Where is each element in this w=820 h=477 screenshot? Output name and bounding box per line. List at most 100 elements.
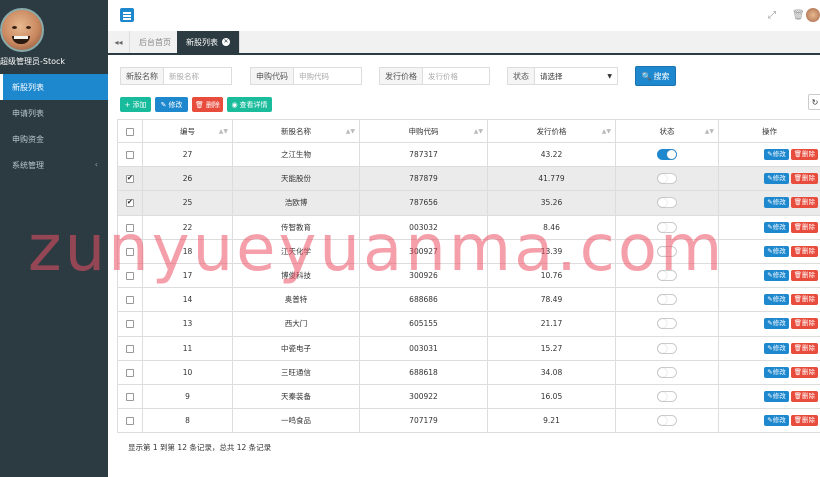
sidebar-menu: 新股列表 申请列表 申购资金 系统管理 ‹ — [0, 74, 108, 178]
fullscreen-icon[interactable]: ⤢ — [768, 10, 776, 21]
search-button[interactable]: 🔍 搜索 — [635, 66, 676, 86]
status-toggle[interactable] — [657, 415, 677, 427]
row-edit-button[interactable]: ✎修改 — [764, 294, 789, 306]
status-toggle[interactable] — [657, 270, 677, 282]
edit-button[interactable]: ✎ 修改 — [155, 97, 188, 112]
row-edit-button[interactable]: ✎修改 — [764, 245, 789, 257]
row-edit-button[interactable]: ✎修改 — [764, 366, 789, 378]
column-header-code[interactable]: 申购代码 ▲▼ — [359, 119, 488, 143]
column-header-status[interactable]: 状态 ▲▼ — [615, 119, 719, 143]
row-edit-button[interactable]: ✎修改 — [764, 270, 789, 282]
row-delete-button[interactable]: 🗑删除 — [790, 390, 818, 402]
menu-icon[interactable] — [120, 8, 134, 22]
table-row[interactable]: 11 中瓷电子 003031 15.27 ✎修改 🗑删除 — [117, 335, 820, 361]
row-delete-button[interactable]: 🗑删除 — [790, 294, 818, 306]
tab-home[interactable]: 后台首页 — [130, 31, 181, 53]
table-row[interactable]: 26天能股份78787941.779✎修改🗑删除 — [117, 166, 820, 192]
row-checkbox[interactable] — [126, 247, 134, 256]
sidebar-item-ipo-list[interactable]: 新股列表 — [0, 74, 108, 100]
subscription-code-input[interactable] — [294, 68, 358, 84]
table-row[interactable]: 18 江天化学 300927 13.39 ✎修改 🗑删除 — [117, 238, 820, 264]
header-avatar[interactable] — [806, 8, 820, 22]
row-edit-button[interactable]: ✎修改 — [764, 197, 789, 209]
row-checkbox[interactable] — [126, 368, 134, 377]
row-delete-button[interactable]: 🗑删除 — [790, 245, 818, 257]
row-delete-button[interactable]: 🗑删除 — [790, 270, 818, 282]
select-all-checkbox[interactable] — [126, 127, 134, 136]
stock-name-input[interactable] — [164, 68, 228, 84]
table-row[interactable]: 9 天秦装备 300922 16.05 ✎修改 🗑删除 — [117, 383, 820, 410]
tab-ipo-list[interactable]: 新股列表 ✕ — [177, 31, 240, 53]
row-checkbox[interactable] — [126, 272, 134, 281]
row-checkbox[interactable] — [126, 198, 134, 208]
sidebar-item-label: 申请列表 — [12, 108, 44, 118]
status-toggle[interactable] — [657, 173, 677, 185]
row-delete-button[interactable]: 🗑删除 — [790, 173, 818, 185]
row-edit-button[interactable]: ✎修改 — [764, 149, 789, 161]
cell-actions: ✎修改 🗑删除 — [718, 141, 820, 168]
delete-button[interactable]: 🗑 删除 — [192, 97, 223, 112]
row-delete-button[interactable]: 🗑删除 — [790, 342, 818, 354]
search-icon: 🔍 — [641, 71, 652, 81]
view-details-button[interactable]: ◉ 查看详情 — [227, 97, 272, 112]
row-edit-button[interactable]: ✎修改 — [764, 342, 789, 354]
status-toggle[interactable] — [657, 390, 677, 402]
table-row[interactable]: 8 一鸣食品 707179 9.21 ✎修改 🗑删除 — [117, 408, 820, 434]
sidebar-item-system[interactable]: 系统管理 ‹ — [0, 152, 108, 178]
table-row[interactable]: 10 三旺通信 688618 34.08 ✎修改 🗑删除 — [117, 359, 820, 385]
cell-price: 34.08 — [487, 359, 616, 385]
status-toggle[interactable] — [657, 149, 677, 161]
cell-status — [615, 311, 719, 337]
status-toggle[interactable] — [657, 221, 677, 233]
close-icon[interactable]: ✕ — [222, 38, 230, 46]
status-toggle[interactable] — [657, 294, 677, 306]
row-checkbox[interactable] — [126, 392, 134, 401]
row-edit-button[interactable]: ✎修改 — [764, 415, 789, 427]
status-toggle[interactable] — [657, 245, 677, 257]
table-row[interactable]: 17 博俊科技 300926 10.76 ✎修改 🗑删除 — [117, 262, 820, 289]
table-row[interactable]: 25浩欧博78765635.26✎修改🗑删除 — [117, 190, 820, 216]
row-edit-button[interactable]: ✎修改 — [764, 221, 789, 233]
row-edit-button[interactable]: ✎修改 — [764, 173, 789, 185]
cell-name: 中瓷电子 — [232, 335, 360, 361]
table-row[interactable]: 27 之江生物 787317 43.22 ✎修改 🗑删除 — [117, 141, 820, 168]
trash-icon: 🗑 — [793, 150, 802, 159]
row-delete-button[interactable]: 🗑删除 — [790, 221, 818, 233]
issue-price-input[interactable] — [423, 68, 486, 84]
row-checkbox[interactable] — [126, 344, 134, 353]
table-row[interactable]: 14 奥普特 688686 78.49 ✎修改 🗑删除 — [117, 287, 820, 313]
row-edit-label: 修改 — [772, 367, 786, 376]
add-button[interactable]: + 添加 — [120, 97, 151, 112]
row-edit-button[interactable]: ✎修改 — [764, 318, 789, 330]
status-toggle[interactable] — [657, 342, 677, 354]
status-select[interactable]: 请选择 ▼ — [535, 68, 617, 84]
sidebar-item-applications[interactable]: 申请列表 — [0, 100, 108, 126]
row-checkbox[interactable] — [126, 174, 134, 184]
cell-actions: ✎修改 🗑删除 — [718, 359, 820, 385]
tab-scroll-left-icon[interactable]: ◂◂ — [108, 31, 130, 53]
row-delete-button[interactable]: 🗑删除 — [790, 366, 818, 378]
trash-icon[interactable]: 🗑 — [792, 10, 805, 21]
row-delete-button[interactable]: 🗑删除 — [790, 415, 818, 427]
row-delete-button[interactable]: 🗑删除 — [790, 197, 818, 209]
row-checkbox[interactable] — [126, 296, 134, 305]
user-avatar[interactable] — [0, 8, 44, 52]
column-header-id[interactable]: 编号 ▲▼ — [142, 119, 233, 143]
row-delete-button[interactable]: 🗑删除 — [790, 149, 818, 161]
view-details-label: 查看详情 — [239, 100, 268, 109]
column-header-name[interactable]: 新股名称 ▲▼ — [232, 119, 360, 143]
column-header-price[interactable]: 发行价格 ▲▼ — [487, 119, 616, 143]
row-checkbox[interactable] — [126, 320, 134, 329]
table-row[interactable]: 13 西大门 605155 21.17 ✎修改 🗑删除 — [117, 311, 820, 337]
sidebar-item-funds[interactable]: 申购资金 — [0, 126, 108, 152]
status-toggle[interactable] — [657, 197, 677, 209]
refresh-button[interactable]: ↻ — [808, 94, 820, 110]
row-checkbox[interactable] — [126, 223, 134, 232]
row-checkbox[interactable] — [126, 417, 134, 426]
row-delete-button[interactable]: 🗑删除 — [790, 318, 818, 330]
table-row[interactable]: 22 传智教育 003032 8.46 ✎修改 🗑删除 — [117, 214, 820, 240]
status-toggle[interactable] — [657, 318, 677, 330]
row-checkbox[interactable] — [126, 151, 134, 160]
status-toggle[interactable] — [657, 366, 677, 378]
row-edit-button[interactable]: ✎修改 — [764, 390, 789, 402]
